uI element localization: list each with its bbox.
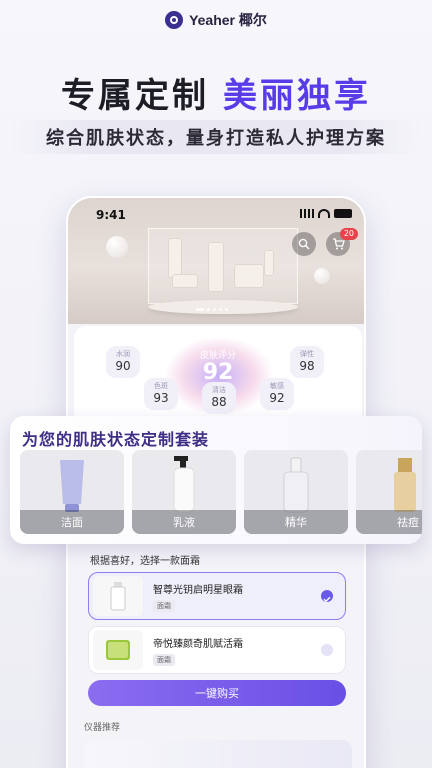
- status-time: 9:41: [96, 208, 126, 222]
- headline-part2: 美丽独享: [223, 76, 371, 116]
- product-label: 洁面: [20, 510, 124, 534]
- product-bottle: [208, 242, 224, 292]
- cart-badge: 20: [339, 228, 358, 240]
- search-button[interactable]: [292, 232, 316, 256]
- device-card[interactable]: [84, 740, 352, 768]
- custom-set-panel: 为您的肌肤状态定制套装 洁面 乳液 精华 祛痘: [10, 416, 422, 544]
- brand-header: Yeaher 椰尔: [0, 10, 432, 30]
- wifi-icon: [318, 209, 330, 218]
- cream-option-2[interactable]: 帝悦臻颜奇肌赋活霜 面霜: [88, 626, 346, 674]
- signal-icon: [300, 209, 314, 218]
- custom-set-title: 为您的肌肤状态定制套装: [22, 430, 210, 449]
- brand-name: Yeaher 椰尔: [189, 12, 267, 28]
- decor-sphere: [314, 268, 330, 284]
- search-icon: [298, 238, 310, 250]
- cart-button[interactable]: 20: [326, 228, 358, 256]
- option-tag: 面霜: [153, 653, 175, 666]
- option-tag: 面霜: [153, 599, 175, 612]
- status-icons: [300, 209, 352, 218]
- product-card-cleanser[interactable]: 洁面: [20, 450, 124, 534]
- foundation-bottle-icon: [394, 458, 416, 512]
- product-card-lotion[interactable]: 乳液: [132, 450, 236, 534]
- product-thumbnail: [93, 630, 143, 670]
- headline-part1: 专属定制: [61, 76, 209, 116]
- cream-option-1[interactable]: 智尊光钥启明星眼霜 面霜: [88, 572, 346, 620]
- metric-spots: 色斑 93: [144, 378, 178, 410]
- dropper-bottle-icon: [283, 457, 309, 513]
- cart-icon: [332, 238, 345, 250]
- option-name: 帝悦臻颜奇肌赋活霜: [153, 638, 243, 650]
- product-jar: [172, 274, 198, 288]
- subheadline-band: 综合肌肤状态，量身打造私人护理方案: [6, 120, 426, 154]
- subheadline: 综合肌肤状态，量身打造私人护理方案: [46, 128, 386, 149]
- tube-icon: [60, 460, 84, 512]
- hero-banner[interactable]: 9:41 20: [68, 198, 364, 324]
- device-recommend-title: 仪器推荐: [84, 723, 121, 733]
- product-label: 祛痘: [356, 510, 422, 534]
- product-label: 乳液: [132, 510, 236, 534]
- radio-unselected-icon[interactable]: [321, 644, 333, 656]
- product-jar: [234, 264, 264, 288]
- carousel-dots: [196, 308, 228, 311]
- product-card-essence[interactable]: 精华: [244, 450, 348, 534]
- check-icon[interactable]: [321, 590, 333, 603]
- buy-now-button[interactable]: 一键购买: [88, 680, 346, 706]
- battery-icon: [334, 209, 352, 218]
- product-bottle: [264, 250, 274, 276]
- option-name: 智尊光钥启明星眼霜: [153, 584, 243, 596]
- product-thumbnail: [93, 576, 143, 616]
- metric-cleanliness: 清洁 88: [202, 382, 236, 414]
- metric-sensitivity: 敏感 92: [260, 378, 294, 410]
- brand-logo-icon: [165, 11, 184, 29]
- product-card-acne[interactable]: 祛痘: [356, 450, 422, 534]
- preference-title: 根据喜好，选择一款面霜: [90, 556, 200, 567]
- product-bottle: [168, 238, 182, 278]
- metric-elasticity: 弹性 98: [290, 346, 324, 378]
- product-label: 精华: [244, 510, 348, 534]
- decor-sphere: [106, 236, 128, 258]
- pump-bottle-icon: [173, 456, 195, 513]
- headline: 专属定制 美丽独享: [0, 68, 432, 117]
- metric-hydration: 水润 90: [106, 346, 140, 378]
- display-stage: [148, 300, 298, 314]
